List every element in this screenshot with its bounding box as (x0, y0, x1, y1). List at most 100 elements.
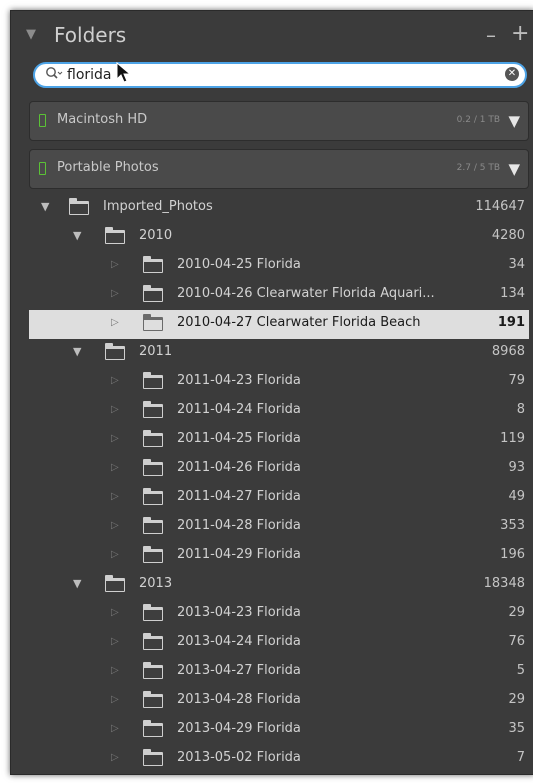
folder-icon (143, 749, 163, 766)
photo-count: 353 (500, 518, 525, 533)
folder-label: 2013-04-24 Florida (177, 634, 301, 649)
folder-icon (143, 604, 163, 621)
photo-count: 93 (508, 460, 525, 475)
photo-count: 134 (500, 286, 525, 301)
photo-count: 4280 (491, 228, 525, 243)
tree-folder-item[interactable]: ▷ 2013-04-23 Florida 29 (29, 600, 529, 629)
photo-count: 34 (508, 257, 525, 272)
collapsed-disclosure-icon[interactable]: ▷ (111, 607, 119, 618)
tree-folder-item[interactable]: ▷ 2010-04-26 Clearwater Florida Aquari...… (29, 281, 529, 310)
photo-count: 49 (508, 489, 525, 504)
expanded-disclosure-icon[interactable]: ▼ (41, 200, 49, 213)
volume-portable-photos[interactable]: Portable Photos 2.7 / 5 TB ▼ (29, 149, 529, 189)
collapsed-disclosure-icon[interactable]: ▷ (111, 462, 119, 473)
tree-year-folder[interactable]: ▼ 2010 4280 (29, 223, 529, 252)
collapse-panel-icon[interactable]: ▼ (26, 27, 36, 42)
search-icon[interactable] (45, 66, 63, 86)
expanded-disclosure-icon[interactable]: ▼ (73, 229, 81, 242)
volume-status-icon (39, 114, 46, 127)
photo-count: 35 (508, 721, 525, 736)
folder-label: 2010 (139, 228, 173, 243)
collapsed-disclosure-icon[interactable]: ▷ (111, 288, 119, 299)
tree-folder-item[interactable]: ▷ 2011-04-29 Florida 196 (29, 542, 529, 571)
photo-count: 76 (508, 634, 525, 649)
folder-icon (143, 546, 163, 563)
folder-icon (143, 517, 163, 534)
folder-label: 2013-04-29 Florida (177, 721, 301, 736)
folder-search-field[interactable]: ✕ (33, 62, 527, 88)
collapsed-disclosure-icon[interactable]: ▷ (111, 549, 119, 560)
collapsed-disclosure-icon[interactable]: ▷ (111, 636, 119, 647)
clear-icon[interactable]: ✕ (505, 67, 519, 81)
remove-folder-button[interactable]: – (486, 23, 496, 47)
tree-folder-item[interactable]: ▷ 2011-04-28 Florida 353 (29, 513, 529, 542)
tree-folder-item[interactable]: ▷ 2013-04-29 Florida 35 (29, 716, 529, 745)
folder-label: 2011-04-26 Florida (177, 460, 301, 475)
photo-count: 18348 (483, 576, 525, 591)
folder-icon (143, 430, 163, 447)
volume-name: Portable Photos (57, 160, 159, 175)
tree-folder-item[interactable]: ▷ 2013-05-02 Florida 7 (29, 745, 529, 774)
folder-label: 2013-04-28 Florida (177, 692, 301, 707)
tree-folder-item[interactable]: ▷ 2013-04-24 Florida 76 (29, 629, 529, 658)
volume-menu-icon[interactable]: ▼ (508, 160, 520, 178)
collapsed-disclosure-icon[interactable]: ▷ (111, 317, 119, 328)
collapsed-disclosure-icon[interactable]: ▷ (111, 375, 119, 386)
tree-folder-item[interactable]: ▷ 2013-04-28 Florida 29 (29, 687, 529, 716)
tree-folder-item[interactable]: ▷ 2013-04-27 Florida 5 (29, 658, 529, 687)
folder-label: 2011-04-29 Florida (177, 547, 301, 562)
folder-label: 2010-04-25 Florida (177, 257, 301, 272)
collapsed-disclosure-icon[interactable]: ▷ (111, 723, 119, 734)
tree-folder-item[interactable]: ▷ 2010-04-27 Clearwater Florida Beach 191 (29, 310, 529, 339)
volume-macintosh-hd[interactable]: Macintosh HD 0.2 / 1 TB ▼ (29, 101, 529, 141)
folder-label: 2011-04-27 Florida (177, 489, 301, 504)
expanded-disclosure-icon[interactable]: ▼ (73, 577, 81, 590)
photo-count: 8968 (491, 344, 525, 359)
collapsed-disclosure-icon[interactable]: ▷ (111, 259, 119, 270)
photo-count: 29 (508, 605, 525, 620)
folder-icon (143, 488, 163, 505)
photo-count: 29 (508, 692, 525, 707)
folder-icon (143, 285, 163, 302)
collapsed-disclosure-icon[interactable]: ▷ (111, 491, 119, 502)
folder-icon (143, 314, 163, 331)
collapsed-disclosure-icon[interactable]: ▷ (111, 665, 119, 676)
folders-header[interactable]: ▼ Folders – + (11, 11, 533, 61)
folder-icon (105, 227, 125, 244)
folder-icon (143, 401, 163, 418)
collapsed-disclosure-icon[interactable]: ▷ (111, 433, 119, 444)
folder-label: 2013-05-02 Florida (177, 750, 301, 765)
volume-status-icon (39, 162, 46, 175)
tree-year-folder[interactable]: ▼ 2013 18348 (29, 571, 529, 600)
tree-folder-item[interactable]: ▷ 2011-04-26 Florida 93 (29, 455, 529, 484)
folder-icon (143, 256, 163, 273)
tree-folder-item[interactable]: ▷ 2010-04-25 Florida 34 (29, 252, 529, 281)
folder-icon (143, 662, 163, 679)
tree-folder-item[interactable]: ▷ 2011-04-25 Florida 119 (29, 426, 529, 455)
expanded-disclosure-icon[interactable]: ▼ (73, 345, 81, 358)
photo-count: 191 (497, 315, 525, 330)
collapsed-disclosure-icon[interactable]: ▷ (111, 752, 119, 763)
add-folder-button[interactable]: + (511, 21, 529, 46)
folder-icon (69, 198, 89, 215)
folder-label: 2010-04-27 Clearwater Florida Beach (177, 315, 421, 330)
collapsed-disclosure-icon[interactable]: ▷ (111, 404, 119, 415)
folder-icon (105, 575, 125, 592)
tree-year-folder[interactable]: ▼ 2011 8968 (29, 339, 529, 368)
tree-folder-item[interactable]: ▷ 2011-04-24 Florida 8 (29, 397, 529, 426)
collapsed-disclosure-icon[interactable]: ▷ (111, 520, 119, 531)
folder-label: 2011-04-28 Florida (177, 518, 301, 533)
photo-count: 196 (500, 547, 525, 562)
folder-icon (143, 720, 163, 737)
collapsed-disclosure-icon[interactable]: ▷ (111, 694, 119, 705)
folder-label: 2013-04-23 Florida (177, 605, 301, 620)
photo-count: 8 (516, 402, 525, 417)
volume-menu-icon[interactable]: ▼ (508, 112, 520, 130)
photo-count: 79 (508, 373, 525, 388)
folder-label: 2013-04-27 Florida (177, 663, 301, 678)
tree-root-folder[interactable]: ▼ Imported_Photos 114647 (29, 194, 529, 223)
folder-icon (143, 372, 163, 389)
folder-label: 2011-04-25 Florida (177, 431, 301, 446)
tree-folder-item[interactable]: ▷ 2011-04-27 Florida 49 (29, 484, 529, 513)
tree-folder-item[interactable]: ▷ 2011-04-23 Florida 79 (29, 368, 529, 397)
